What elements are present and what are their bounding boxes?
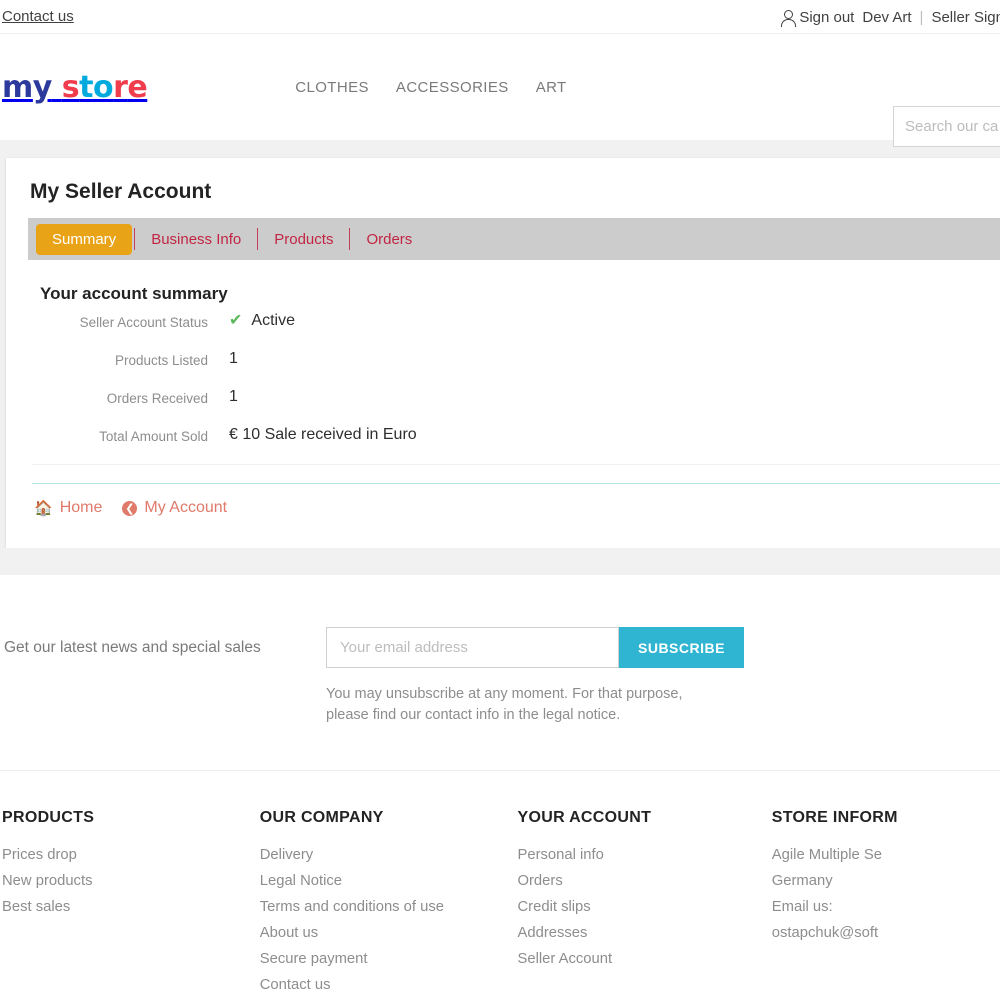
store-address-country: Germany xyxy=(771,873,833,889)
summary-label: Products Listed xyxy=(114,353,208,368)
summary-value: 1 xyxy=(229,388,238,405)
store-email-link[interactable]: ostapchuk@soft xyxy=(772,920,980,946)
summary-value: € 10 Sale received in Euro xyxy=(229,426,417,443)
footer-link-best-sales[interactable]: Best sales xyxy=(2,894,240,920)
footer-link-orders[interactable]: Orders xyxy=(518,868,752,894)
breadcrumb-my-account-label: My Account xyxy=(144,499,228,516)
account-summary-list: Seller Account Status ✔ Active Products … xyxy=(6,312,1000,444)
page-content-area: My Seller Account Summary Business Info … xyxy=(0,150,1000,575)
home-icon: 🏠 xyxy=(34,499,53,517)
tab-business-info[interactable]: Business Info xyxy=(137,225,255,254)
store-email-label: Email us: xyxy=(771,899,833,915)
footer-link-about-us[interactable]: About us xyxy=(260,920,498,946)
footer-link-terms[interactable]: Terms and conditions of use xyxy=(260,894,498,920)
footer-link-personal-info[interactable]: Personal info xyxy=(518,842,752,868)
newsletter-form: SUBSCRIBE You may unsubscribe at any mom… xyxy=(326,627,744,726)
tab-products[interactable]: Products xyxy=(260,225,347,254)
breadcrumb-home[interactable]: 🏠 Home xyxy=(34,499,102,517)
sign-out-group[interactable]: Sign out xyxy=(780,9,854,27)
summary-label: Seller Account Status xyxy=(79,315,208,330)
summary-value: ✔ Active xyxy=(208,312,295,330)
header-bottom-strip xyxy=(0,140,1000,150)
footer-link-secure-payment[interactable]: Secure payment xyxy=(260,946,498,972)
tab-summary[interactable]: Summary xyxy=(36,223,133,255)
footer-link-new-products[interactable]: New products xyxy=(2,868,240,894)
top-account-links: Sign out Dev Art | Seller Sign xyxy=(780,0,1000,34)
seller-signin-link[interactable]: Seller Sign xyxy=(931,9,1000,26)
page-title: My Seller Account xyxy=(30,180,212,203)
summary-row-products: Products Listed 1 xyxy=(6,350,1000,368)
account-name-link[interactable]: Dev Art xyxy=(862,9,911,26)
summary-row-status: Seller Account Status ✔ Active xyxy=(6,312,1000,330)
user-icon xyxy=(780,9,796,27)
back-arrow-icon: ❮ xyxy=(122,500,138,516)
footer-column-title: OUR COMPANY xyxy=(259,809,384,826)
tab-orders[interactable]: Orders xyxy=(352,225,426,254)
breadcrumb-home-label: Home xyxy=(59,499,103,516)
newsletter-section: Get our latest news and special sales SU… xyxy=(0,575,1000,770)
breadcrumb: 🏠 Home ❮ My Account xyxy=(6,484,1000,517)
summary-label: Orders Received xyxy=(106,391,208,406)
nav-item-clothes[interactable]: CLOTHES xyxy=(295,79,369,96)
footer-link-addresses[interactable]: Addresses xyxy=(518,920,752,946)
status-badge: Active xyxy=(251,312,295,329)
footer-column-your-account: YOUR ACCOUNT Personal info Orders Credit… xyxy=(518,809,772,1000)
seller-account-card: My Seller Account Summary Business Info … xyxy=(6,158,1000,548)
top-utility-bar: Contact us Sign out Dev Art | Seller Sig… xyxy=(0,0,1000,34)
check-icon: ✔ xyxy=(229,312,243,329)
summary-row-orders: Orders Received 1 xyxy=(6,388,1000,406)
nav-item-accessories[interactable]: ACCESSORIES xyxy=(396,79,509,96)
summary-label: Total Amount Sold xyxy=(99,429,208,444)
store-logo[interactable]: my store xyxy=(0,70,148,105)
main-navigation: CLOTHES ACCESSORIES ART xyxy=(295,79,566,96)
nav-item-art[interactable]: ART xyxy=(536,79,567,96)
seller-tabs: Summary Business Info Products Orders xyxy=(28,218,1000,260)
section-title: Your account summary xyxy=(40,284,228,303)
site-header: my store CLOTHES ACCESSORIES ART xyxy=(0,34,1000,147)
footer-column-products: PRODUCTS Prices drop New products Best s… xyxy=(0,809,260,1000)
store-address-line1: Agile Multiple Se xyxy=(771,847,882,863)
footer-column-our-company: OUR COMPANY Delivery Legal Notice Terms … xyxy=(260,809,518,1000)
light-divider xyxy=(32,464,1000,465)
footer-link-legal-notice[interactable]: Legal Notice xyxy=(260,868,498,894)
footer-link-delivery[interactable]: Delivery xyxy=(260,842,498,868)
newsletter-email-input[interactable] xyxy=(326,627,619,668)
footer-link-seller-account[interactable]: Seller Account xyxy=(518,946,752,972)
site-footer: PRODUCTS Prices drop New products Best s… xyxy=(0,770,1000,1000)
footer-link-prices-drop[interactable]: Prices drop xyxy=(2,842,240,868)
contact-us-link[interactable]: Contact us xyxy=(0,8,74,25)
card-bottom-spacer xyxy=(0,548,1000,575)
footer-column-title: YOUR ACCOUNT xyxy=(517,809,652,826)
breadcrumb-my-account[interactable]: ❮ My Account xyxy=(122,499,227,517)
newsletter-input-row: SUBSCRIBE xyxy=(326,627,744,668)
summary-row-total: Total Amount Sold € 10 Sale received in … xyxy=(6,426,1000,444)
links-separator: | xyxy=(919,8,924,26)
footer-column-store-information: STORE INFORM Agile Multiple Se Germany E… xyxy=(772,809,1000,1000)
tab-divider xyxy=(257,228,259,250)
footer-column-title: STORE INFORM xyxy=(771,809,898,826)
search-input[interactable] xyxy=(905,118,1000,135)
footer-link-contact-us[interactable]: Contact us xyxy=(260,972,498,998)
newsletter-note: You may unsubscribe at any moment. For t… xyxy=(326,686,683,723)
tab-divider xyxy=(134,228,136,250)
sign-out-link[interactable]: Sign out xyxy=(799,9,854,26)
footer-column-title: PRODUCTS xyxy=(2,809,95,826)
newsletter-heading: Get our latest news and special sales xyxy=(4,639,261,656)
search-box[interactable] xyxy=(893,106,1000,147)
subscribe-button[interactable]: SUBSCRIBE xyxy=(619,627,744,668)
summary-value: 1 xyxy=(229,350,238,367)
tab-divider xyxy=(349,228,351,250)
footer-link-credit-slips[interactable]: Credit slips xyxy=(518,894,752,920)
